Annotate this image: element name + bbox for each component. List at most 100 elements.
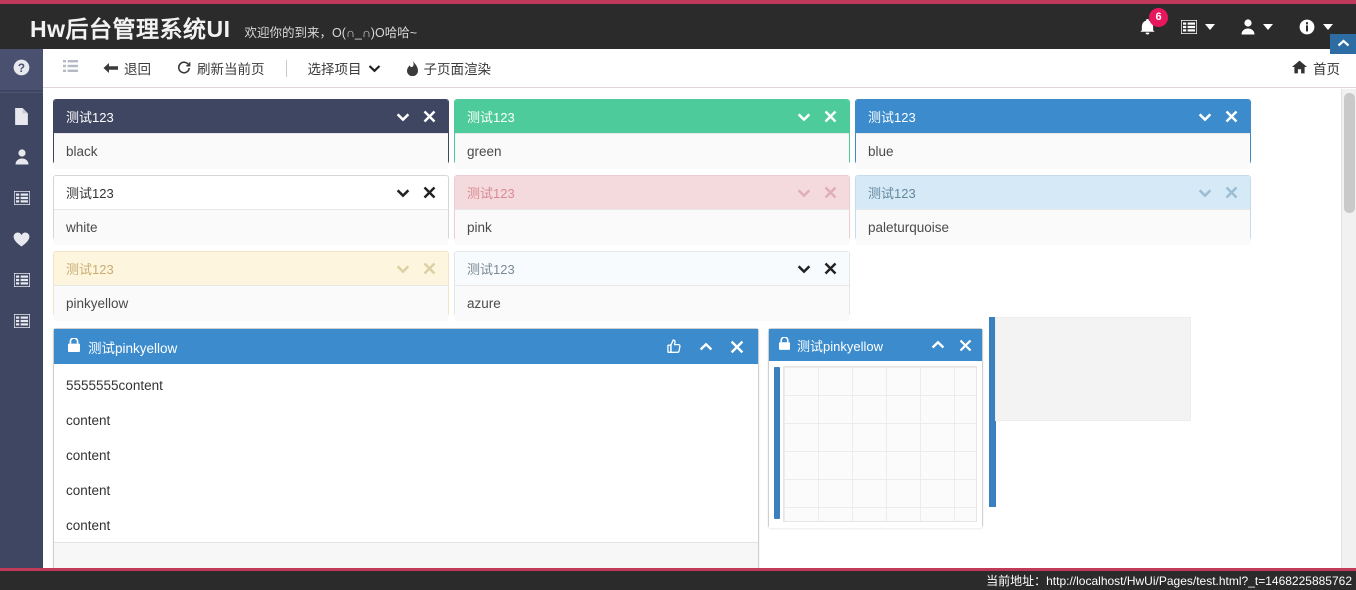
page-scrollbar-track[interactable] xyxy=(1341,89,1356,568)
color-panel-title: 测试123 xyxy=(868,186,916,201)
chevron-down-icon[interactable] xyxy=(396,264,410,274)
color-panel-header: 测试123 xyxy=(54,100,448,133)
project-select-label: 选择项目 xyxy=(307,62,362,77)
list-icon xyxy=(12,313,31,333)
chevron-down-icon[interactable] xyxy=(797,264,811,274)
sidebar-item-file[interactable] xyxy=(0,98,43,139)
mini-panel-title: 测试pinkyellow xyxy=(797,338,883,354)
orphan-content-block xyxy=(995,317,1191,421)
subpage-render-button[interactable]: 子页面渲染 xyxy=(394,49,505,88)
mini-panel-header: 测试pinkyellow xyxy=(769,329,982,361)
mini-panel: 测试pinkyellow xyxy=(768,328,983,528)
close-icon[interactable] xyxy=(1225,110,1238,123)
tasks-menu-button[interactable] xyxy=(1168,4,1228,49)
close-icon[interactable] xyxy=(423,110,436,123)
color-panel-tools xyxy=(797,186,837,199)
chevron-up-icon[interactable] xyxy=(931,340,945,350)
back-button[interactable]: 退回 xyxy=(90,49,164,88)
color-panel: 测试123 blue xyxy=(855,99,1251,169)
color-panel-body: blue xyxy=(856,133,1250,169)
close-icon[interactable] xyxy=(824,186,837,199)
sidebar-item-list-1[interactable] xyxy=(0,180,43,221)
chevron-down-icon[interactable] xyxy=(797,112,811,122)
collapse-header-button[interactable] xyxy=(1330,34,1356,54)
color-panel-title: 测试123 xyxy=(868,110,916,125)
big-panel-line: content xyxy=(66,413,111,428)
sidebar-divider xyxy=(0,92,43,93)
mini-panel-tools xyxy=(931,339,972,352)
color-panel-body: white xyxy=(54,209,448,245)
close-icon[interactable] xyxy=(423,262,436,275)
chevron-down-icon[interactable] xyxy=(396,188,410,198)
big-panel-footer xyxy=(54,542,758,568)
color-panel-title: 测试123 xyxy=(66,110,114,125)
color-panel: 测试123 azure xyxy=(454,251,850,321)
color-panel-body: pinkyellow xyxy=(54,285,448,321)
color-panel-header: 测试123 xyxy=(54,252,448,285)
color-panel-body: black xyxy=(54,133,448,169)
refresh-button[interactable]: 刷新当前页 xyxy=(164,49,278,88)
file-icon xyxy=(14,107,29,130)
sidebar-item-help[interactable]: ? xyxy=(0,49,43,90)
notification-badge: 6 xyxy=(1149,8,1168,27)
color-panel-header: 测试123 xyxy=(455,252,849,285)
user-icon xyxy=(15,149,29,170)
refresh-icon xyxy=(177,61,191,75)
close-icon[interactable] xyxy=(824,262,837,275)
heart-icon xyxy=(13,232,30,252)
mini-panel-scrollbar[interactable] xyxy=(774,367,780,519)
color-panel-body: pink xyxy=(455,209,849,245)
color-panel-tools xyxy=(1198,186,1238,199)
toolbar-divider xyxy=(285,59,287,77)
sidebar-item-favorites[interactable] xyxy=(0,221,43,262)
close-icon[interactable] xyxy=(423,186,436,199)
refresh-button-label: 刷新当前页 xyxy=(197,62,265,77)
big-panel-title-group: 测试pinkyellow xyxy=(68,337,667,357)
chevron-up-icon xyxy=(1337,35,1350,53)
lock-icon xyxy=(68,337,80,355)
toolbar-menu-button[interactable] xyxy=(43,59,90,77)
chevron-down-icon[interactable] xyxy=(1198,112,1212,122)
page-scrollbar-thumb[interactable] xyxy=(1344,93,1355,213)
brand-block: Hw后台管理系统UI 欢迎你的到来，O(∩_∩)O哈哈~ xyxy=(0,10,417,44)
color-panel-tools xyxy=(396,186,436,199)
arrow-left-icon xyxy=(103,62,118,74)
sidebar-item-user[interactable] xyxy=(0,139,43,180)
color-panel: 测试123 paleturquoise xyxy=(855,175,1251,245)
close-icon[interactable] xyxy=(959,339,972,352)
chevron-down-icon[interactable] xyxy=(1198,188,1212,198)
color-panel-header: 测试123 xyxy=(54,176,448,209)
chevron-up-icon[interactable] xyxy=(699,342,713,352)
close-icon[interactable] xyxy=(1225,186,1238,199)
color-panel: 测试123 black xyxy=(53,99,449,169)
chevron-down-icon xyxy=(1323,23,1333,30)
user-menu-button[interactable] xyxy=(1228,4,1286,49)
main-content-canvas: 测试123 black 测试123 green 测试123 blue 测试123 white 测… xyxy=(43,89,1356,568)
list-icon xyxy=(12,272,31,292)
color-panel-tools xyxy=(396,110,436,123)
chevron-down-icon[interactable] xyxy=(396,112,410,122)
notifications-button[interactable]: 6 xyxy=(1127,4,1168,49)
color-panel-title: 测试123 xyxy=(66,186,114,201)
big-panel-line: content xyxy=(66,448,111,463)
chevron-down-icon[interactable] xyxy=(797,188,811,198)
color-panel-header: 测试123 xyxy=(856,176,1250,209)
project-select-button[interactable]: 选择项目 xyxy=(295,49,394,88)
big-panel-header: 测试pinkyellow xyxy=(54,329,758,364)
big-panel-title: 测试pinkyellow xyxy=(88,340,178,356)
color-panel-header: 测试123 xyxy=(856,100,1250,133)
thumbs-up-icon[interactable] xyxy=(667,339,682,354)
mini-panel-body xyxy=(769,361,982,528)
list-icon xyxy=(12,190,31,210)
big-panel-tools xyxy=(667,339,744,354)
close-icon[interactable] xyxy=(824,110,837,123)
color-panel: 测试123 pinkyellow xyxy=(53,251,449,321)
mini-panel-grid xyxy=(783,366,977,522)
home-link-label[interactable]: 首页 xyxy=(1313,58,1340,78)
close-icon[interactable] xyxy=(730,340,744,354)
big-panel-line: 5555555content xyxy=(66,378,163,393)
sidebar-item-list-2[interactable] xyxy=(0,262,43,303)
big-panel-line: content xyxy=(66,483,111,498)
sidebar-item-list-3[interactable] xyxy=(0,303,43,344)
header-actions: 6 xyxy=(1127,4,1356,49)
